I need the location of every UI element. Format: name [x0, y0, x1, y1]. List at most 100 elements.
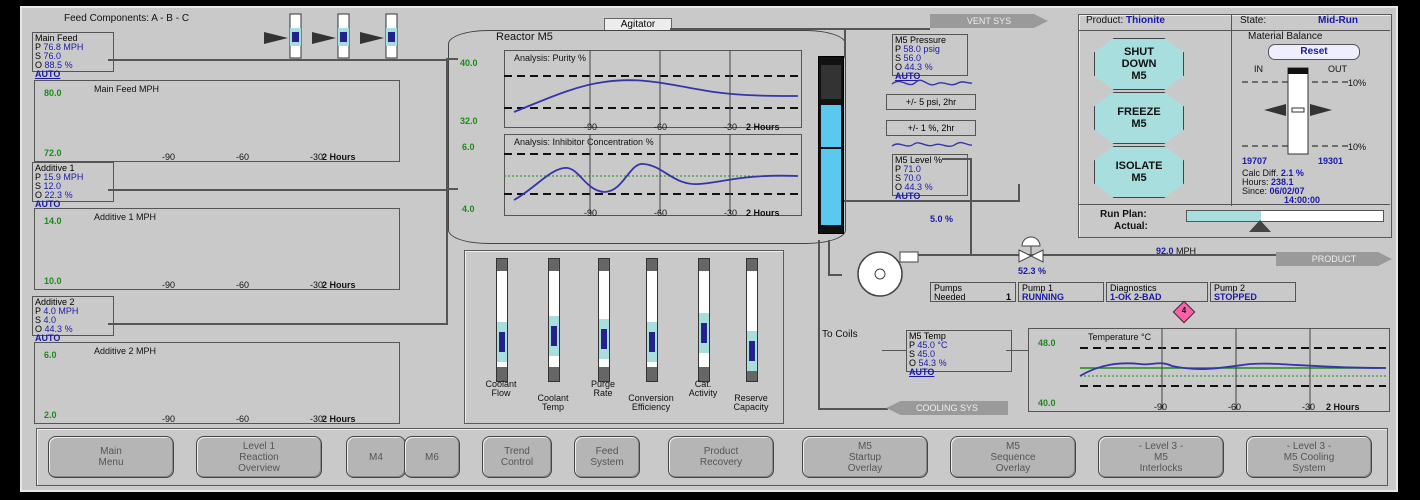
temp-pv-unit: °C [937, 340, 948, 350]
nav-button-2[interactable]: Level 1 Reaction Overview [196, 436, 322, 478]
nav-button-9[interactable]: M5 Sequence Overlay [950, 436, 1076, 478]
temperature-tick-3: -30 [1302, 402, 1316, 412]
feed-pipe [108, 59, 448, 61]
purity-ymin: 32.0 [460, 116, 478, 126]
gauge-value [749, 341, 755, 361]
gauge-top-cap [549, 259, 559, 271]
feed-trend-3[interactable] [34, 342, 400, 424]
pump-status-value: RUNNING [1022, 292, 1064, 302]
reactor-inlet-pipe [446, 58, 458, 60]
feed-trend-ymax: 6.0 [44, 350, 57, 360]
feed-mode: AUTO [35, 69, 61, 79]
agitator-label: Agitator [620, 19, 656, 30]
feed-trend-1[interactable] [34, 80, 400, 162]
feed-trend-tick: -90 [162, 280, 176, 290]
gauge-top-cap [647, 259, 657, 271]
purity-hours: 2 Hours [746, 122, 780, 132]
purity-ymax: 40.0 [460, 58, 478, 68]
nav-button-8[interactable]: M5 Startup Overlay [802, 436, 928, 478]
level-faceplate[interactable]: M5 Level % P 71.0 S 70.0 O 44.3 % AUTO [892, 154, 968, 201]
nav-button-3[interactable]: M4 [346, 436, 406, 478]
gauge-label: Reserve Capacity [733, 393, 769, 412]
feed-trend-hours: 2 Hours [322, 280, 356, 290]
feed-trend-title: Main Feed MPH [94, 84, 160, 94]
product-label-text: Product: [1086, 15, 1124, 26]
feed-trend-ymin: 2.0 [44, 410, 57, 420]
feed-out-unit: % [64, 60, 73, 70]
nav-button-10[interactable]: - Level 3 - M5 Interlocks [1098, 436, 1224, 478]
to-coils-label: To Coils [822, 329, 858, 340]
mb-in-value: 19707 [1242, 156, 1268, 166]
inhibitor-ymin: 4.0 [462, 204, 475, 214]
feed-component-indicators [262, 13, 402, 59]
feed-trend-2[interactable] [34, 208, 400, 290]
nav-button-5[interactable]: Trend Control [482, 436, 552, 478]
gauge-bar[interactable] [746, 258, 758, 382]
feed-faceplate-2[interactable]: Additive 1P 15.9 MPH S 12.0 O 22.3 % AUTO [32, 162, 114, 209]
freeze-m5-button[interactable]: FREEZE M5 [1094, 92, 1184, 144]
product-value: Thionite [1126, 15, 1165, 26]
inhibitor-hours: 2 Hours [746, 208, 780, 218]
pump-status-cell[interactable]: Diagnostics 1-OK 2-BAD [1106, 282, 1208, 302]
gauge-bar[interactable] [698, 258, 710, 382]
feed-faceplate-3[interactable]: Additive 2P 4.0 MPH S 4.0 O 44.3 % AUTO [32, 296, 114, 343]
gauge-bottom-cap [549, 367, 559, 381]
product-tag[interactable]: PRODUCT [1276, 252, 1392, 266]
cooling-sys-tag[interactable]: COOLING SYS [886, 401, 1008, 415]
pump-status-cell[interactable]: Pump 2 STOPPED [1210, 282, 1296, 302]
isolate-m5-button[interactable]: ISOLATE M5 [1094, 146, 1184, 198]
pump-status-value: 1-OK 2-BAD [1110, 292, 1162, 302]
nav-button-4[interactable]: M6 [404, 436, 460, 478]
temperature-ymax: 48.0 [1038, 338, 1056, 348]
feed-trend-ymin: 10.0 [44, 276, 62, 286]
purity-tick-2: -60 [654, 122, 668, 132]
gauge-bar[interactable] [496, 258, 508, 382]
shutdown-m5-button[interactable]: SHUT DOWN M5 [1094, 38, 1184, 90]
inhibitor-tick-3: -30 [724, 208, 738, 218]
state-value: Mid-Run [1318, 15, 1358, 26]
nav-button-7[interactable]: Product Recovery [668, 436, 774, 478]
gauge-bar[interactable] [548, 258, 560, 382]
temp-faceplate[interactable]: M5 Temp P 45.0 °C S 45.0 O 54.3 % AUTO [906, 330, 1012, 377]
temp-out-unit: % [938, 358, 947, 368]
gauge-bar[interactable] [646, 258, 658, 382]
pressure-pv-unit: psig [923, 44, 940, 54]
reactor-inlet-pipe [446, 188, 458, 190]
feed-header-pipe [446, 58, 448, 324]
feed-trend-tick: -90 [162, 152, 176, 162]
feed-pipe [108, 323, 448, 325]
feed-components-label: Feed Components: A - B - C [64, 13, 190, 24]
gauge-bar[interactable] [598, 258, 610, 382]
feed-faceplate-1[interactable]: Main Feed P 76.8 MPH S 76.0 O 88.5 % AUTO [32, 32, 114, 79]
nav-button-1[interactable]: Main Menu [48, 436, 174, 478]
nav-button-6[interactable]: Feed System [574, 436, 640, 478]
reset-button[interactable]: Reset [1268, 44, 1360, 60]
reactor-label: Reactor M5 [496, 31, 553, 43]
run-plan-bar [1186, 210, 1384, 222]
pressure-faceplate[interactable]: M5 Pressure P 58.0 psig S 56.0 O 44.3 % … [892, 34, 968, 81]
temp-mode: AUTO [909, 367, 935, 377]
nav-button-11[interactable]: - Level 3 - M5 Cooling System [1246, 436, 1372, 478]
purity-tick-3: -30 [724, 122, 738, 132]
gauge-top-cap [699, 259, 709, 271]
material-balance-title: Material Balance [1248, 31, 1323, 42]
vent-sys-tag[interactable]: VENT SYS [930, 14, 1048, 28]
inhibitor-trend-plot [504, 134, 800, 214]
gauge-top-cap [599, 259, 609, 271]
cooling-valve-unit: % [945, 214, 954, 224]
temperature-ymin: 40.0 [1038, 398, 1056, 408]
feed-trend-tick: -60 [236, 280, 250, 290]
pump-icon [857, 251, 919, 297]
gauge-value [551, 326, 557, 346]
pump-status-value: STOPPED [1214, 292, 1257, 302]
pump-status-label: Pumps Needed [934, 283, 966, 302]
pump-status-cell[interactable]: Pump 1 RUNNING [1018, 282, 1104, 302]
temperature-tick-1: -90 [1154, 402, 1168, 412]
level-sparkline [891, 141, 973, 147]
feed-trend-tick: -90 [162, 414, 176, 424]
pump-status-cell[interactable]: Pumps Needed 1 [930, 282, 1016, 302]
feed-trend-hours: 2 Hours [322, 414, 356, 424]
inhibitor-ymax: 6.0 [462, 142, 475, 152]
gauge-bottom-cap [647, 367, 657, 381]
run-plan-label: Run Plan: [1100, 209, 1147, 220]
